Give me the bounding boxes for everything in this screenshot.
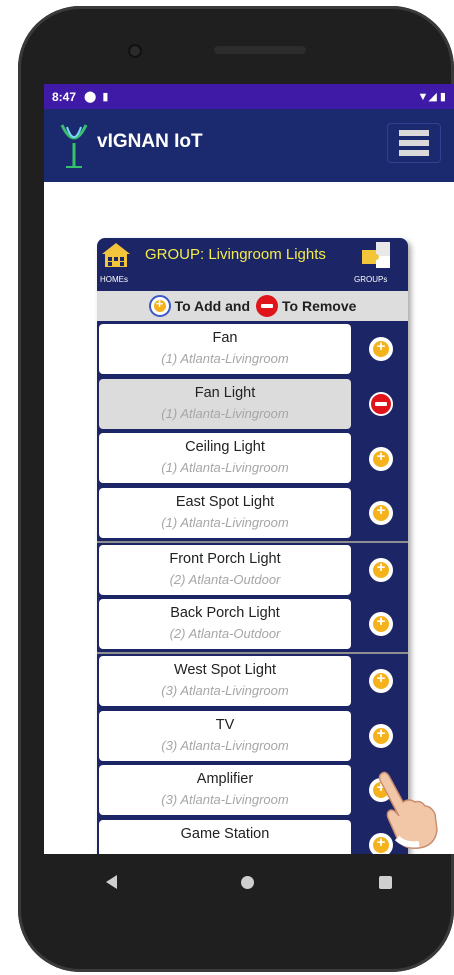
device-location: (1) Atlanta-Livingroom xyxy=(161,515,289,530)
sim-icon: ▮ xyxy=(102,91,109,103)
list-item[interactable]: Fan (1) Atlanta-Livingroom xyxy=(99,324,351,374)
device-location: (3) Atlanta-Livingroom xyxy=(161,738,289,753)
device-name: Game Station xyxy=(180,826,270,842)
back-icon[interactable] xyxy=(106,875,118,889)
list-item[interactable]: Fan Light (1) Atlanta-Livingroom xyxy=(99,379,351,429)
add-device-button[interactable] xyxy=(369,558,393,582)
list-item[interactable]: West Spot Light (3) Atlanta-Livingroom xyxy=(99,656,351,706)
instruction-bar: To Add and To Remove xyxy=(97,291,408,321)
status-bar: 8:47 ⬤ ▮ ▼◢ ▮ xyxy=(44,84,454,109)
app-bar: vIGNAN IoT xyxy=(44,109,454,182)
device-location: (3) Atlanta-Livingroom xyxy=(161,683,289,698)
home-icon[interactable] xyxy=(101,242,131,268)
menu-bar-icon xyxy=(399,150,429,156)
status-time: 8:47 xyxy=(52,89,77,104)
list-item[interactable]: East Spot Light (1) Atlanta-Livingroom xyxy=(99,488,351,538)
system-nav-bar xyxy=(44,854,454,910)
pointing-hand-icon xyxy=(378,771,438,850)
add-device-button[interactable] xyxy=(369,612,393,636)
list-item[interactable]: Amplifier (3) Atlanta-Livingroom xyxy=(99,765,351,815)
main-content: HOMEs GROUP: Livingroom Lights GROUPs To… xyxy=(44,182,454,854)
home-divider xyxy=(97,541,408,543)
add-icon xyxy=(148,295,171,317)
menu-bar-icon xyxy=(399,130,429,136)
device-name: Amplifier xyxy=(196,771,254,787)
group-panel-header: HOMEs GROUP: Livingroom Lights GROUPs xyxy=(97,238,408,285)
add-device-button[interactable] xyxy=(369,447,393,471)
app-title: vIGNAN IoT xyxy=(97,131,203,152)
front-camera xyxy=(128,44,142,58)
device-location: (3) Atlanta-Livingroom xyxy=(161,792,289,807)
add-device-button[interactable] xyxy=(369,724,393,748)
device-location: (1) Atlanta-Livingroom xyxy=(161,406,289,421)
list-item[interactable]: Back Porch Light (2) Atlanta-Outdoor xyxy=(99,599,351,649)
device-name: Fan Light xyxy=(194,385,256,401)
recent-apps-icon[interactable] xyxy=(378,875,392,889)
remove-device-button[interactable] xyxy=(369,392,393,416)
earpiece-speaker xyxy=(214,46,306,54)
add-device-button[interactable] xyxy=(369,337,393,361)
homes-label[interactable]: HOMEs xyxy=(100,275,128,284)
signal-battery-icons: ▼◢ ▮ xyxy=(417,91,446,103)
instruction-add-text: To Add and xyxy=(174,298,250,314)
menu-button[interactable] xyxy=(387,123,441,163)
home-divider xyxy=(97,652,408,654)
add-device-button[interactable] xyxy=(369,669,393,693)
menu-bar-icon xyxy=(399,140,429,146)
list-item[interactable]: Game Station xyxy=(99,820,351,854)
home-button-icon[interactable] xyxy=(241,875,255,889)
group-title: GROUP: Livingroom Lights xyxy=(145,246,326,263)
puzzle-groups-icon[interactable] xyxy=(360,238,392,272)
device-name: TV xyxy=(215,717,235,733)
device-name: Front Porch Light xyxy=(169,551,281,567)
list-item[interactable]: Ceiling Light (1) Atlanta-Livingroom xyxy=(99,433,351,483)
device-location: (1) Atlanta-Livingroom xyxy=(161,460,289,475)
remove-icon xyxy=(256,295,278,317)
screen: 8:47 ⬤ ▮ ▼◢ ▮ vIGNAN IoT HOMEs GROUP: Li… xyxy=(44,84,454,854)
device-name: Fan xyxy=(212,330,238,346)
groups-label[interactable]: GROUPs xyxy=(354,275,387,284)
device-location: (2) Atlanta-Outdoor xyxy=(169,572,281,587)
notification-icon: ⬤ xyxy=(84,91,97,103)
list-item[interactable]: TV (3) Atlanta-Livingroom xyxy=(99,711,351,761)
group-panel: HOMEs GROUP: Livingroom Lights GROUPs To… xyxy=(97,238,408,854)
device-location: (2) Atlanta-Outdoor xyxy=(169,626,281,641)
device-name: East Spot Light xyxy=(175,494,275,510)
add-device-button[interactable] xyxy=(369,501,393,525)
device-name: Back Porch Light xyxy=(170,605,280,621)
device-location: (1) Atlanta-Livingroom xyxy=(161,351,289,366)
device-name: West Spot Light xyxy=(173,662,277,678)
instruction-remove-text: To Remove xyxy=(282,298,357,314)
antenna-logo-icon xyxy=(60,124,88,168)
device-name: Ceiling Light xyxy=(185,439,265,455)
list-item[interactable]: Front Porch Light (2) Atlanta-Outdoor xyxy=(99,545,351,595)
